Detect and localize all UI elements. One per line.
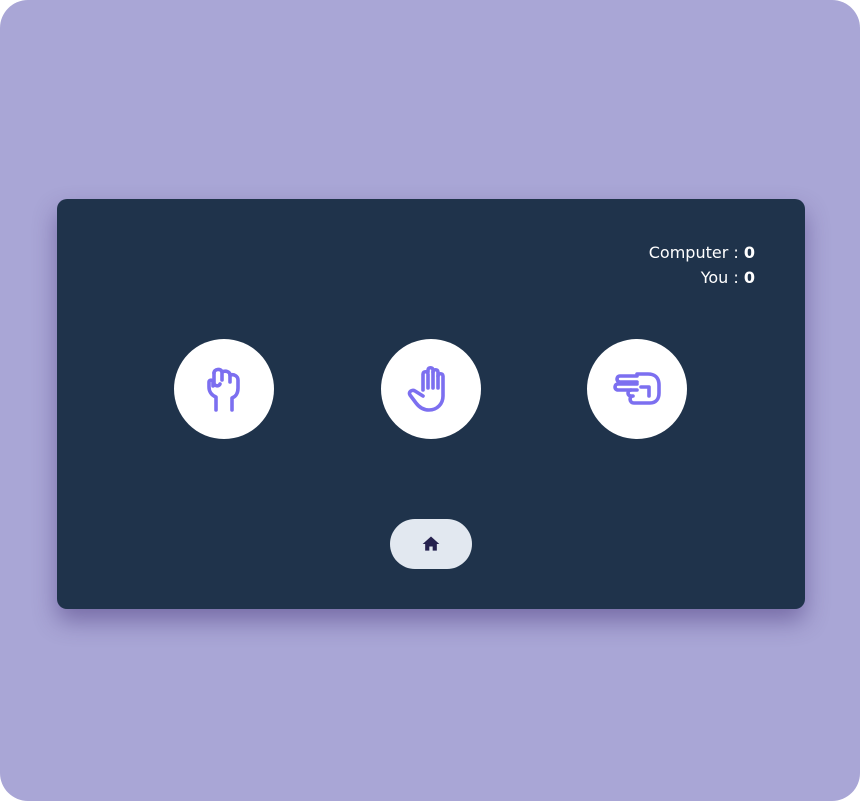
you-score-value: 0 — [743, 268, 755, 287]
page-background: Computer : 0 You : 0 — [0, 0, 860, 801]
computer-score-value: 0 — [743, 243, 755, 262]
home-icon — [422, 536, 440, 551]
game-card: Computer : 0 You : 0 — [57, 199, 805, 609]
paper-button[interactable] — [381, 339, 481, 439]
scoreboard: Computer : 0 You : 0 — [649, 240, 755, 290]
scissors-hand-icon — [613, 372, 661, 405]
home-button[interactable] — [390, 519, 472, 569]
rock-button[interactable] — [174, 339, 274, 439]
you-score-label: You : — [700, 268, 744, 287]
computer-score-label: Computer : — [648, 243, 744, 262]
rock-fist-icon — [207, 367, 240, 412]
scissors-button[interactable] — [587, 339, 687, 439]
computer-score-row: Computer : 0 — [649, 240, 755, 265]
you-score-row: You : 0 — [649, 265, 755, 290]
paper-hand-icon — [407, 365, 445, 412]
